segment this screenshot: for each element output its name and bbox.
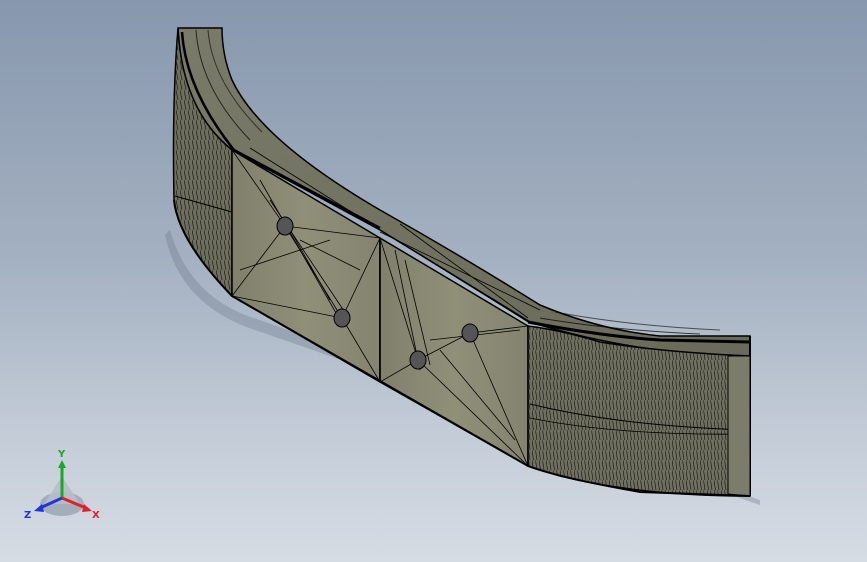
triad-y-label: Y xyxy=(57,449,66,460)
graphics-viewport[interactable]: Y X Z xyxy=(0,0,867,562)
triad-y-arrow-icon xyxy=(58,460,66,468)
model-view[interactable] xyxy=(0,0,867,562)
orientation-triad[interactable]: Y X Z xyxy=(22,446,106,526)
triad-x-label: X xyxy=(92,510,100,521)
triad-z-label: Z xyxy=(24,510,31,521)
